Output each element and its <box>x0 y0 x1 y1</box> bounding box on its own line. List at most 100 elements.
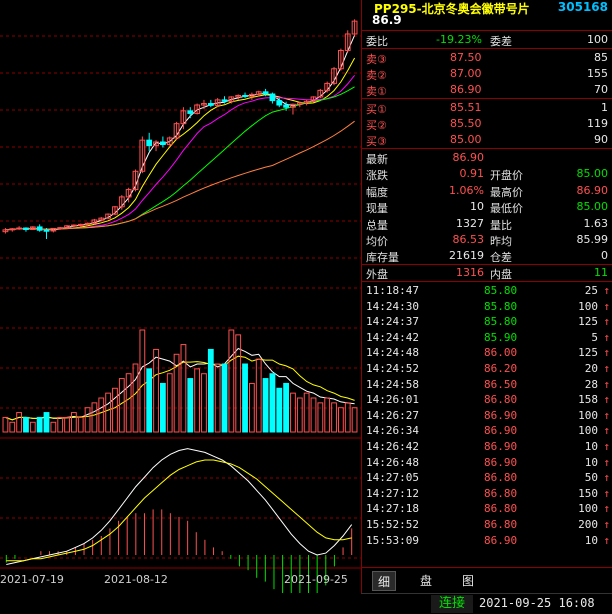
volume-bar <box>344 402 351 433</box>
volume-bar <box>303 392 310 433</box>
tick-direction-icon: ↑ <box>603 440 610 453</box>
buy-level-row[interactable]: 买③ 85.00 90 <box>362 131 612 148</box>
volume-bar <box>255 358 262 433</box>
tick-row: 14:27:12 86.80 150 ↑ <box>362 485 612 502</box>
x-axis-label-1: 2021-07-19 <box>0 573 64 586</box>
tick-direction-icon: ↑ <box>603 502 610 516</box>
candle-body <box>276 100 283 106</box>
tab-depth[interactable]: 盘 <box>414 571 438 591</box>
tick-direction-icon: ↑ <box>603 377 610 391</box>
volume-bar <box>269 373 276 433</box>
stat-value-2: 85.00 <box>576 200 609 214</box>
tick-time: 14:27:18 <box>366 502 419 516</box>
ma-line <box>5 57 356 231</box>
tick-time: 14:26:34 <box>366 424 419 438</box>
stat-row: 均价 86.53 昨均 85.99 <box>362 231 612 248</box>
tick-direction-icon: ↑ <box>603 424 610 438</box>
stat-row: 最新 86.90 <box>362 149 612 166</box>
tick-row: 14:24:37 85.80 125 ↑ <box>362 313 612 330</box>
stat-row: 总量 1327 量比 1.63 <box>362 215 612 232</box>
sell-level-label: 卖① <box>366 85 387 98</box>
candle-body <box>43 229 50 232</box>
buy-level-row[interactable]: 买② 85.50 119 <box>362 115 612 132</box>
ma-line <box>5 35 356 231</box>
tick-volume: 125 <box>578 315 598 329</box>
tick-direction-icon: ↑ <box>603 408 610 422</box>
buy-level-row[interactable]: 买① 85.51 1 <box>362 99 612 116</box>
tick-volume: 158 <box>578 393 598 407</box>
tick-volume: 200 <box>578 518 598 531</box>
weibi-row: 委比 -19.23% 委差 100 <box>362 31 612 48</box>
tab-detail[interactable]: 细 <box>372 571 396 591</box>
volume-bar <box>105 392 112 433</box>
volume-bar <box>290 392 296 433</box>
stat-row: 现量 10 最低价 85.00 <box>362 198 612 215</box>
sell-level-row[interactable]: 卖③ 87.50 85 <box>362 49 612 66</box>
stat-value-2: 85.99 <box>576 233 609 246</box>
tick-direction-icon: ↑ <box>603 362 610 375</box>
volume-bar <box>98 397 105 433</box>
volume-bar <box>187 378 194 433</box>
panel-tabs: 细 盘 图 <box>362 567 612 593</box>
kline-chart[interactable] <box>0 0 361 593</box>
tick-volume: 25 <box>584 284 598 297</box>
tick-price: 86.50 <box>484 377 518 391</box>
tick-price: 86.80 <box>484 502 518 516</box>
tick-row: 14:24:58 86.50 28 ↑ <box>362 376 612 393</box>
tick-price: 86.80 <box>484 518 518 531</box>
weicha-value: 100 <box>587 33 608 46</box>
volume-bar <box>159 382 166 433</box>
candle-body <box>23 227 29 230</box>
status-bar: 连接 2021-09-25 16:08 <box>361 593 612 614</box>
inner-value: 11 <box>594 266 608 279</box>
volume-bar <box>228 329 235 433</box>
stat-value: 1327 <box>456 216 484 230</box>
volume-bar <box>132 363 139 433</box>
volume-bar <box>276 387 283 433</box>
inner-label: 内盘 <box>490 268 512 281</box>
tick-price: 86.90 <box>484 408 518 422</box>
tick-time: 14:24:30 <box>366 299 419 313</box>
candle-body <box>36 226 43 231</box>
tick-direction-icon: ↑ <box>603 346 610 360</box>
sell-level-price: 87.00 <box>450 67 482 80</box>
volume-bar <box>57 416 64 433</box>
sell-level-volume: 70 <box>594 83 608 96</box>
tick-time: 15:52:52 <box>366 518 419 531</box>
tab-chart[interactable]: 图 <box>456 571 480 591</box>
tick-time: 14:26:01 <box>366 393 419 407</box>
candle-body <box>57 227 64 230</box>
status-datetime: 2021-09-25 16:08 <box>479 596 595 610</box>
tick-row: 14:24:48 86.00 125 ↑ <box>362 344 612 361</box>
tick-price: 85.80 <box>484 315 518 329</box>
candle-body <box>221 99 228 102</box>
outer-value: 1316 <box>456 266 484 279</box>
stat-value: 1.06% <box>449 183 484 197</box>
weibi-label: 委比 <box>366 35 388 48</box>
sell-level-volume: 85 <box>594 51 608 64</box>
volume-bar <box>166 373 173 433</box>
volume-bar <box>153 348 159 433</box>
sell-level-row[interactable]: 卖① 86.90 70 <box>362 81 612 98</box>
sell-level-row[interactable]: 卖② 87.00 155 <box>362 65 612 82</box>
outer-inner-row: 外盘 1316 内盘 11 <box>362 264 612 281</box>
sell-level-price: 86.90 <box>450 83 482 96</box>
tick-price: 86.80 <box>484 393 518 407</box>
connect-button[interactable]: 连接 <box>431 595 473 613</box>
volume-bar <box>331 402 337 433</box>
stat-value: 10 <box>470 200 484 214</box>
tick-time: 14:24:42 <box>366 330 419 344</box>
tick-price: 86.80 <box>484 471 518 485</box>
tick-row: 14:26:27 86.90 100 ↑ <box>362 407 612 424</box>
tick-time: 11:18:47 <box>366 284 419 297</box>
buy-level-price: 85.51 <box>450 101 482 114</box>
quote-panel: PP295-北京冬奥会徽带号片 305168 86.9 委比 -19.23% 委… <box>361 0 612 593</box>
candle-body <box>262 91 269 95</box>
candle-body <box>283 104 290 108</box>
volume-bar <box>70 412 77 433</box>
tick-volume: 125 <box>578 346 598 360</box>
stat-value: 86.53 <box>452 233 485 246</box>
candle-body <box>159 141 166 146</box>
tick-row: 14:27:05 86.80 50 ↑ <box>362 469 612 486</box>
tick-time: 15:53:09 <box>366 533 419 547</box>
